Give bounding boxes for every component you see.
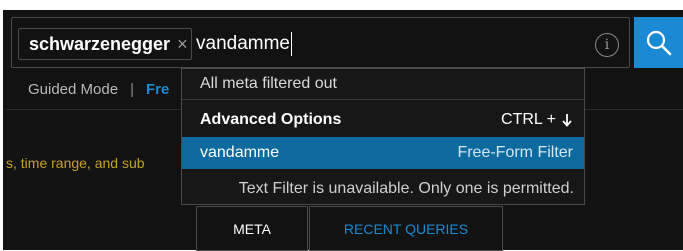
app-root: schwarzenegger × vandamme i Guided Mode …: [0, 0, 683, 251]
remove-token-icon[interactable]: ×: [177, 35, 188, 53]
info-icon[interactable]: i: [595, 33, 619, 57]
search-input[interactable]: vandamme: [196, 31, 292, 57]
dropdown-status: All meta filtered out: [182, 69, 584, 100]
arrow-down-icon: [562, 113, 572, 127]
free-form-mode-link[interactable]: Fre: [146, 81, 169, 98]
suggestion-value: vandamme: [200, 144, 280, 161]
info-icon-glyph: i: [604, 37, 610, 53]
hint-text: s, time range, and sub: [6, 155, 145, 171]
tab-meta[interactable]: META: [196, 206, 308, 251]
advanced-options-shortcut: CTRL +: [501, 111, 573, 129]
search-icon: [646, 30, 671, 55]
tab-meta-label: META: [233, 220, 271, 237]
text-caret: [291, 32, 292, 56]
suggestion-type: Free-Form Filter: [457, 144, 573, 161]
tab-recent-queries[interactable]: RECENT QUERIES: [309, 206, 503, 251]
search-bar[interactable]: schwarzenegger × vandamme i: [11, 17, 630, 68]
search-button[interactable]: [634, 17, 683, 68]
filter-token[interactable]: schwarzenegger ×: [18, 28, 192, 60]
filter-token-label: schwarzenegger: [29, 33, 171, 54]
text-filter-warning-text: Text Filter is unavailable. Only one is …: [238, 179, 574, 197]
suggestions-dropdown: All meta filtered out Advanced Options C…: [181, 68, 585, 205]
text-filter-warning: Text Filter is unavailable. Only one is …: [182, 173, 584, 204]
dropdown-status-text: All meta filtered out: [200, 75, 337, 92]
mode-separator: |: [130, 80, 134, 98]
advanced-options-label: Advanced Options: [200, 110, 342, 128]
suggestion-item-vandamme[interactable]: vandamme Free-Form Filter: [182, 137, 584, 169]
guided-mode-link[interactable]: Guided Mode: [28, 81, 118, 98]
advanced-options-row[interactable]: Advanced Options CTRL +: [182, 104, 584, 135]
tab-recent-queries-label: RECENT QUERIES: [343, 220, 469, 237]
search-input-value: vandamme: [196, 33, 290, 54]
mode-switcher: Guided Mode | Fre: [28, 78, 169, 100]
advanced-options-shortcut-text: CTRL +: [501, 110, 556, 128]
